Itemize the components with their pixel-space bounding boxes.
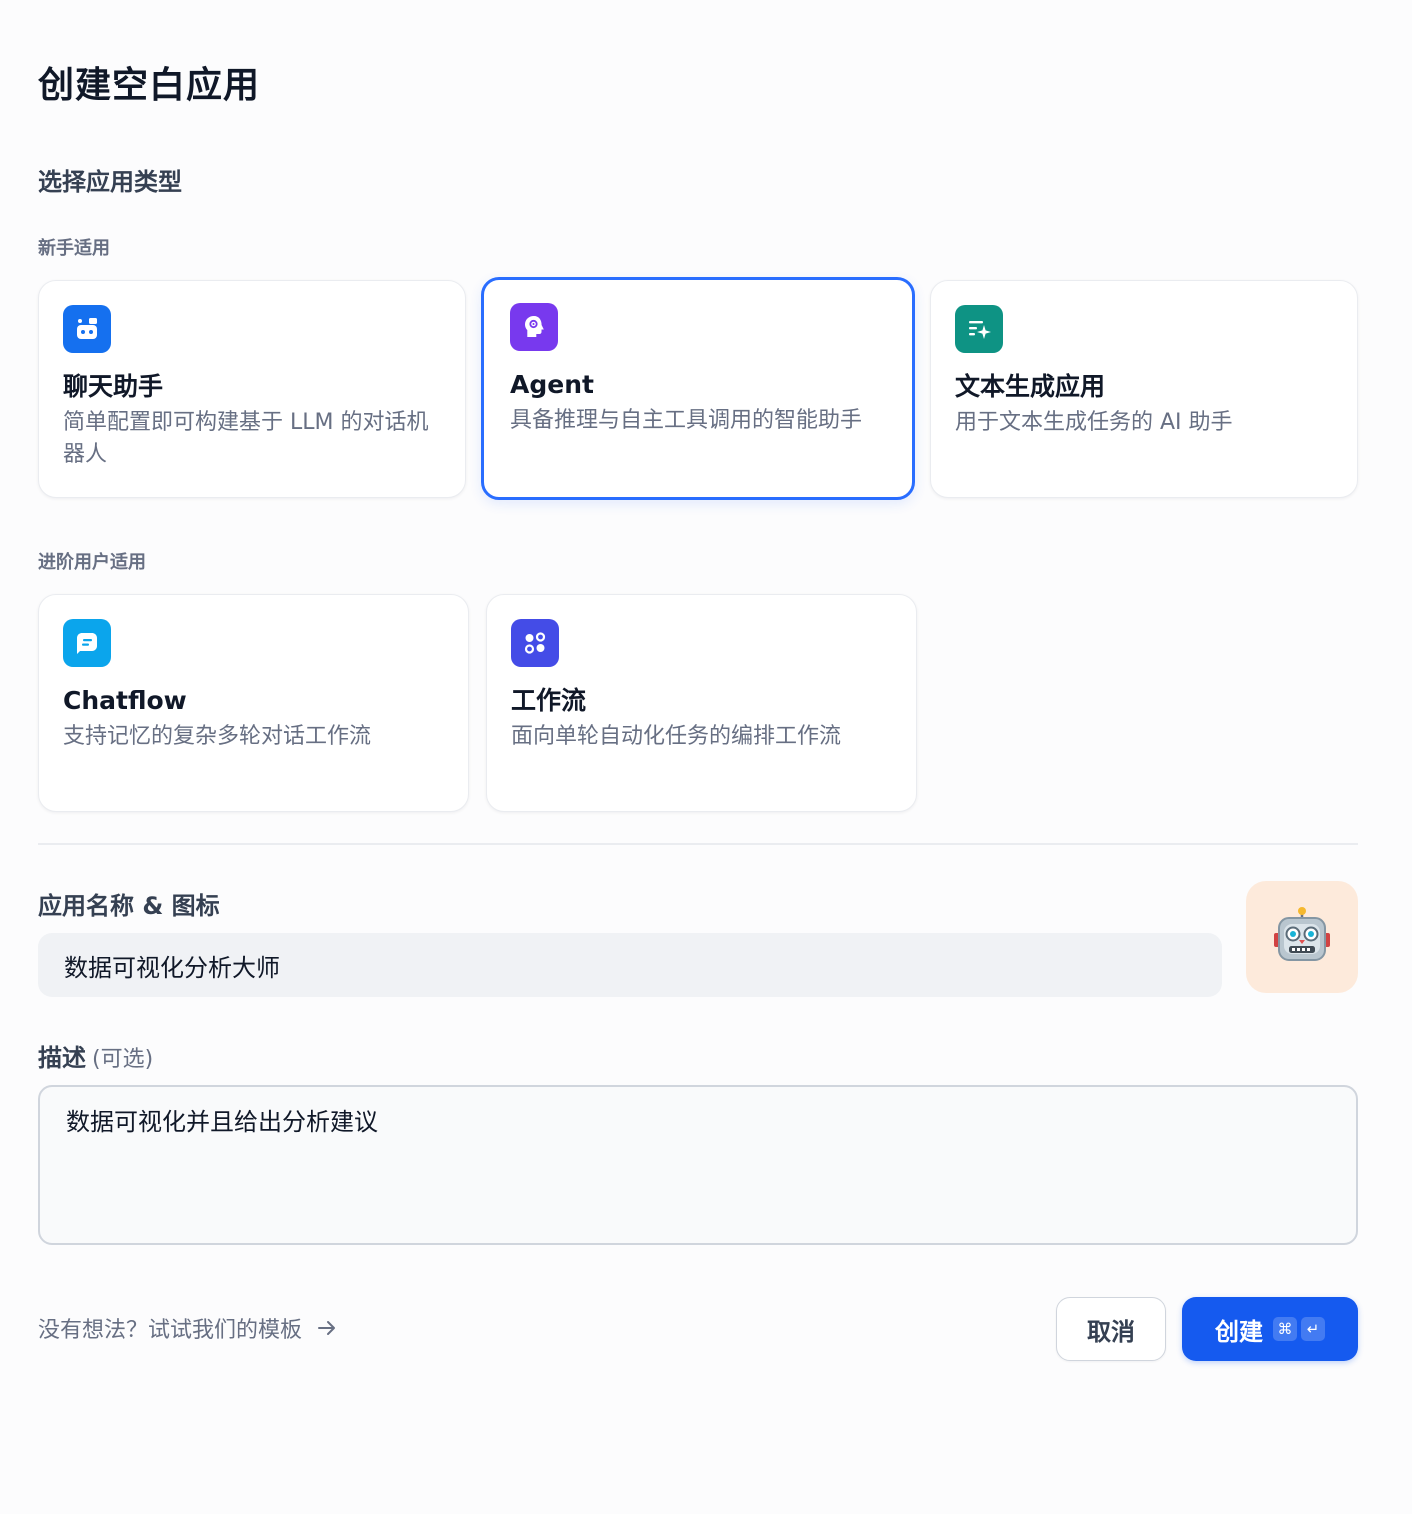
app-name-value: 数据可视化分析大师 <box>64 953 280 982</box>
dialog-title: 创建空白应用 <box>38 65 261 106</box>
description-textarea[interactable]: 数据可视化并且给出分析建议 <box>38 1085 1358 1245</box>
app-type-card-chatbot[interactable]: 聊天助手 简单配置即可构建基于 LLM 的对话机器人 <box>38 280 466 498</box>
description-label: 描述 (可选) <box>38 1038 153 1073</box>
card-description: 面向单轮自动化任务的编排工作流 <box>511 724 842 749</box>
app-name-input[interactable]: 数据可视化分析大师 <box>38 933 1222 997</box>
cancel-button[interactable]: 取消 <box>1056 1297 1166 1361</box>
app-type-card-agent[interactable]: Agent 具备推理与自主工具调用的智能助手 <box>481 277 915 500</box>
create-button[interactable]: 创建 ⌘ ↵ <box>1182 1297 1358 1361</box>
app-name-label: 应用名称 & 图标 <box>38 892 220 920</box>
template-link[interactable]: 没有想法？试试我们的模板 <box>38 1312 338 1344</box>
arrow-right-icon <box>318 1321 336 1335</box>
group-label-beginner: 新手适用 <box>38 238 110 259</box>
card-title: 文本生成应用 <box>955 372 1106 401</box>
chatflow-icon <box>63 619 111 667</box>
card-description: 具备推理与自主工具调用的智能助手 <box>510 408 863 433</box>
create-button-label: 创建 <box>1215 1317 1263 1346</box>
card-title: 聊天助手 <box>63 372 164 401</box>
template-link-text: 没有想法？试试我们的模板 <box>38 1318 303 1343</box>
app-type-card-workflow[interactable]: 工作流 面向单轮自动化任务的编排工作流 <box>486 594 917 812</box>
card-description: 简单配置即可构建基于 LLM 的对话机器人 <box>63 410 429 467</box>
agent-brain-icon <box>510 303 558 351</box>
card-description: 用于文本生成任务的 AI 助手 <box>955 410 1233 435</box>
group-label-advanced: 进阶用户适用 <box>38 552 146 573</box>
description-value: 数据可视化并且给出分析建议 <box>66 1108 378 1136</box>
keyboard-shortcut: ⌘ ↵ <box>1273 1317 1325 1341</box>
app-icon-picker[interactable] <box>1246 881 1358 993</box>
app-type-card-chatflow[interactable]: Chatflow 支持记忆的复杂多轮对话工作流 <box>38 594 469 812</box>
description-optional-hint: (可选) <box>92 1047 154 1072</box>
card-title: 工作流 <box>511 686 587 715</box>
create-app-dialog: 创建空白应用 选择应用类型 新手适用 聊天助手 简单配置即可构建基于 LLM 的… <box>0 0 1412 1514</box>
section-divider <box>38 843 1358 845</box>
chat-bot-icon <box>63 305 111 353</box>
command-key-icon: ⌘ <box>1273 1317 1297 1341</box>
section-title-app-type: 选择应用类型 <box>38 168 182 196</box>
card-title: Agent <box>510 370 594 399</box>
text-sparkle-icon <box>955 305 1003 353</box>
card-title: Chatflow <box>63 686 187 715</box>
enter-key-icon: ↵ <box>1301 1317 1325 1341</box>
robot-emoji-icon <box>1274 907 1330 961</box>
workflow-icon <box>511 619 559 667</box>
app-type-card-completion[interactable]: 文本生成应用 用于文本生成任务的 AI 助手 <box>930 280 1358 498</box>
card-description: 支持记忆的复杂多轮对话工作流 <box>63 724 372 749</box>
description-label-text: 描述 <box>38 1044 86 1072</box>
